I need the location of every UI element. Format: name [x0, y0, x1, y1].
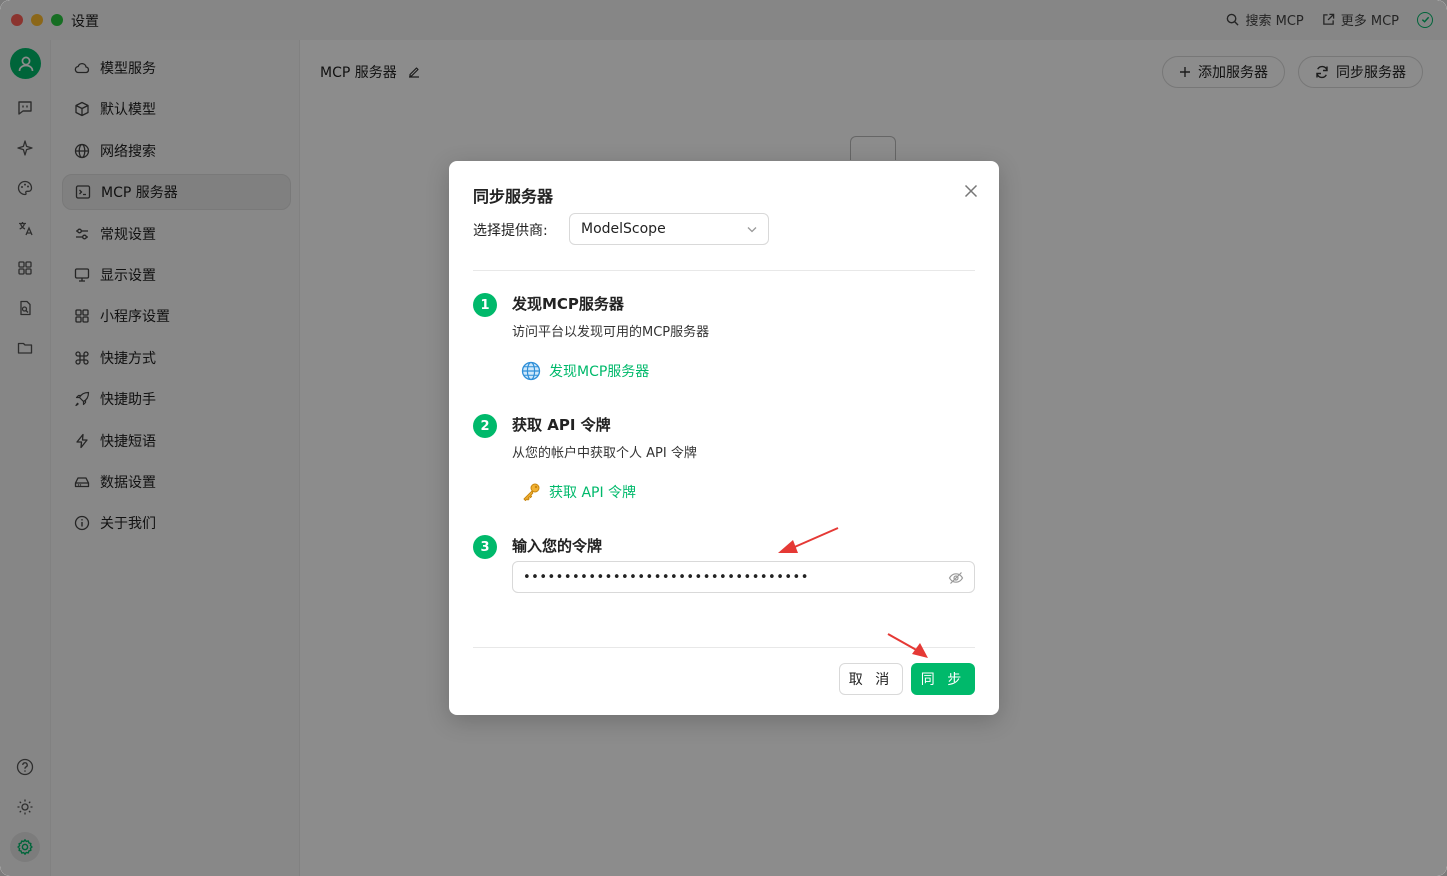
divider — [473, 270, 975, 271]
step-title: 发现MCP服务器 — [512, 295, 624, 313]
discover-mcp-link[interactable]: 发现MCP服务器 — [521, 361, 649, 381]
api-token-input[interactable]: ••••••••••••••••••••••••••••••••••• — [512, 561, 975, 593]
get-api-token-link[interactable]: 获取 API 令牌 — [521, 482, 636, 502]
step-title: 输入您的令牌 — [512, 537, 603, 555]
chevron-down-icon — [747, 227, 757, 233]
step-number: 3 — [473, 535, 497, 559]
eye-off-icon[interactable] — [948, 570, 964, 586]
provider-label: 选择提供商: — [473, 223, 548, 239]
discover-mcp-link-label: 发现MCP服务器 — [549, 364, 650, 380]
cancel-button[interactable]: 取 消 — [839, 663, 903, 695]
dialog-title: 同步服务器 — [473, 187, 554, 206]
get-api-token-link-label: 获取 API 令牌 — [549, 485, 637, 501]
key-emoji-icon — [523, 483, 540, 501]
step-description: 访问平台以发现可用的MCP服务器 — [512, 325, 710, 340]
close-icon[interactable] — [961, 181, 981, 201]
step-title: 获取 API 令牌 — [512, 416, 611, 434]
provider-select[interactable]: ModelScope — [569, 213, 769, 245]
sync-button[interactable]: 同 步 — [911, 663, 975, 695]
step-description: 从您的帐户中获取个人 API 令牌 — [512, 446, 697, 461]
api-token-value: ••••••••••••••••••••••••••••••••••• — [523, 569, 809, 585]
step-number: 1 — [473, 293, 497, 317]
provider-value: ModelScope — [581, 221, 666, 237]
divider — [473, 647, 975, 648]
step-number: 2 — [473, 414, 497, 438]
sync-server-dialog: 同步服务器 选择提供商: ModelScope 1 发现MCP服务器 访问平台以… — [449, 161, 999, 715]
globe-emoji-icon — [521, 361, 541, 381]
